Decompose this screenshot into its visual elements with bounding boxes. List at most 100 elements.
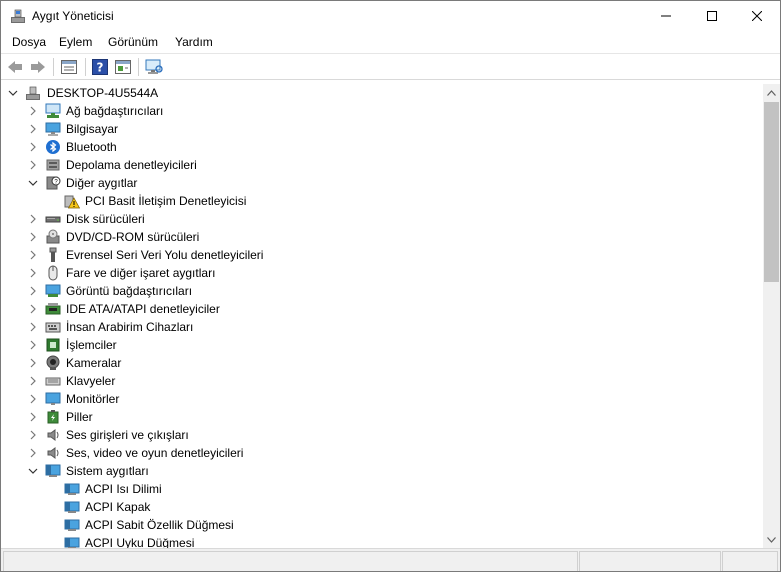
tree-category-label: Kameralar — [66, 356, 122, 370]
toolbar-separator — [138, 58, 139, 76]
tree-category[interactable]: Bilgisayar — [1, 120, 761, 138]
menu-bar: Dosya Eylem Görünüm Yardım — [1, 32, 780, 54]
maximize-button[interactable] — [689, 1, 735, 31]
tree-category[interactable]: Görüntü bağdaştırıcıları — [1, 282, 761, 300]
chevron-right-icon[interactable] — [27, 392, 39, 406]
chevron-down-icon[interactable] — [27, 464, 39, 478]
system-device-icon — [64, 519, 80, 531]
maximize-icon — [707, 11, 717, 21]
tree-category-label: IDE ATA/ATAPI denetleyiciler — [66, 302, 220, 316]
tree-category[interactable]: Kameralar — [1, 354, 761, 372]
show-hidden-button[interactable] — [113, 57, 133, 77]
chevron-right-icon[interactable] — [27, 410, 39, 424]
tree-root[interactable]: DESKTOP-4U5544A — [1, 84, 761, 102]
chevron-right-icon[interactable] — [27, 104, 39, 118]
tree-category[interactable]: Depolama denetleyicileri — [1, 156, 761, 174]
chevron-right-icon[interactable] — [27, 320, 39, 334]
menu-action[interactable]: Eylem — [59, 35, 92, 49]
tree-category[interactable]: Ağ bağdaştırıcıları — [1, 102, 761, 120]
system-device-icon — [64, 501, 80, 513]
properties-list-icon — [61, 60, 77, 74]
tree-category-label: Bluetooth — [66, 140, 117, 154]
properties-list-button[interactable] — [59, 57, 79, 77]
chevron-down-icon[interactable] — [27, 176, 39, 190]
tree-category[interactable]: Piller — [1, 408, 761, 426]
tree-category-label: Klavyeler — [66, 374, 116, 388]
chevron-right-icon[interactable] — [27, 356, 39, 370]
keyboard-icon — [45, 377, 61, 386]
menu-view[interactable]: Görünüm — [108, 35, 158, 49]
tree-category[interactable]: Disk sürücüleri — [1, 210, 761, 228]
device-manager-window: Aygıt Yöneticisi Dosya Eylem Görünüm Yar… — [0, 0, 781, 572]
menu-help[interactable]: Yardım — [175, 35, 213, 49]
tree-device-label: ACPI Sabit Özellik Düğmesi — [85, 518, 234, 532]
tree-category-label: Disk sürücüleri — [66, 212, 145, 226]
chevron-right-icon[interactable] — [27, 428, 39, 442]
tree-category[interactable]: DVD/CD-ROM sürücüleri — [1, 228, 761, 246]
tree-category[interactable]: Monitörler — [1, 390, 761, 408]
chevron-right-icon[interactable] — [27, 230, 39, 244]
chevron-down-icon[interactable] — [7, 86, 19, 100]
status-pane-secondary — [579, 551, 721, 571]
help-button[interactable]: ? — [90, 57, 110, 77]
tree-device-label: ACPI Isı Dilimi — [85, 482, 162, 496]
scroll-up-button[interactable] — [763, 84, 780, 101]
chevron-right-icon[interactable] — [27, 122, 39, 136]
tree-category[interactable]: Bluetooth — [1, 138, 761, 156]
tree-category[interactable]: Evrensel Seri Veri Yolu denetleyicileri — [1, 246, 761, 264]
back-button[interactable] — [5, 57, 25, 77]
window-title: Aygıt Yöneticisi — [32, 9, 114, 23]
tree-category[interactable]: Klavyeler — [1, 372, 761, 390]
tree-device[interactable]: PCI Basit İletişim Denetleyicisi — [1, 192, 761, 210]
status-bar — [1, 548, 780, 571]
chevron-right-icon[interactable] — [27, 374, 39, 388]
minimize-button[interactable] — [643, 1, 689, 31]
speaker-icon — [47, 429, 59, 441]
tree-device[interactable]: ACPI Kapak — [1, 498, 761, 516]
tree-device[interactable]: ACPI Sabit Özellik Düğmesi — [1, 516, 761, 534]
network-adapter-icon — [45, 103, 61, 118]
chevron-right-icon[interactable] — [27, 266, 39, 280]
chevron-right-icon[interactable] — [27, 284, 39, 298]
dvd-drive-icon — [46, 229, 60, 244]
tree-device-label: ACPI Kapak — [85, 500, 151, 514]
other-devices-icon: ? — [46, 176, 61, 190]
chevron-right-icon[interactable] — [27, 158, 39, 172]
tree-category[interactable]: Ses girişleri ve çıkışları — [1, 426, 761, 444]
tree-device[interactable]: ACPI Uyku Düğmesi — [1, 534, 761, 548]
tree-category-label: Bilgisayar — [66, 122, 119, 136]
tree-category-label: Diğer aygıtlar — [66, 176, 138, 190]
tree-category[interactable]: İnsan Arabirim Cihazları — [1, 318, 761, 336]
chevron-up-icon — [767, 89, 776, 96]
battery-icon — [47, 410, 59, 424]
disk-drive-icon — [45, 216, 61, 223]
tree-category[interactable]: İşlemciler — [1, 336, 761, 354]
vertical-scrollbar[interactable] — [763, 84, 780, 548]
chevron-right-icon[interactable] — [27, 302, 39, 316]
scroll-down-button[interactable] — [763, 531, 780, 548]
chevron-right-icon[interactable] — [27, 338, 39, 352]
tree-category[interactable]: Fare ve diğer işaret aygıtları — [1, 264, 761, 282]
chevron-right-icon[interactable] — [27, 212, 39, 226]
menu-file[interactable]: Dosya — [12, 35, 46, 49]
scrollbar-thumb[interactable] — [764, 102, 779, 282]
back-icon — [8, 61, 22, 73]
mouse-icon — [48, 265, 58, 281]
forward-button[interactable] — [28, 57, 48, 77]
tree-category[interactable]: Ses, video ve oyun denetleyicileri — [1, 444, 761, 462]
chevron-right-icon[interactable] — [27, 248, 39, 262]
show-hidden-icon — [115, 60, 131, 74]
monitor-scan-icon — [145, 59, 163, 74]
tree-category-label: Ses, video ve oyun denetleyicileri — [66, 446, 244, 460]
tree-category[interactable]: IDE ATA/ATAPI denetleyiciler — [1, 300, 761, 318]
tree-root-label: DESKTOP-4U5544A — [47, 86, 159, 100]
chevron-right-icon[interactable] — [27, 140, 39, 154]
close-button[interactable] — [734, 1, 780, 31]
tree-device[interactable]: ACPI Isı Dilimi — [1, 480, 761, 498]
processor-icon — [46, 338, 60, 352]
title-bar[interactable]: Aygıt Yöneticisi — [1, 1, 780, 31]
chevron-right-icon[interactable] — [27, 446, 39, 460]
scan-hardware-button[interactable] — [144, 57, 164, 77]
tree-category[interactable]: ? Diğer aygıtlar — [1, 174, 761, 192]
tree-category[interactable]: Sistem aygıtları — [1, 462, 761, 480]
